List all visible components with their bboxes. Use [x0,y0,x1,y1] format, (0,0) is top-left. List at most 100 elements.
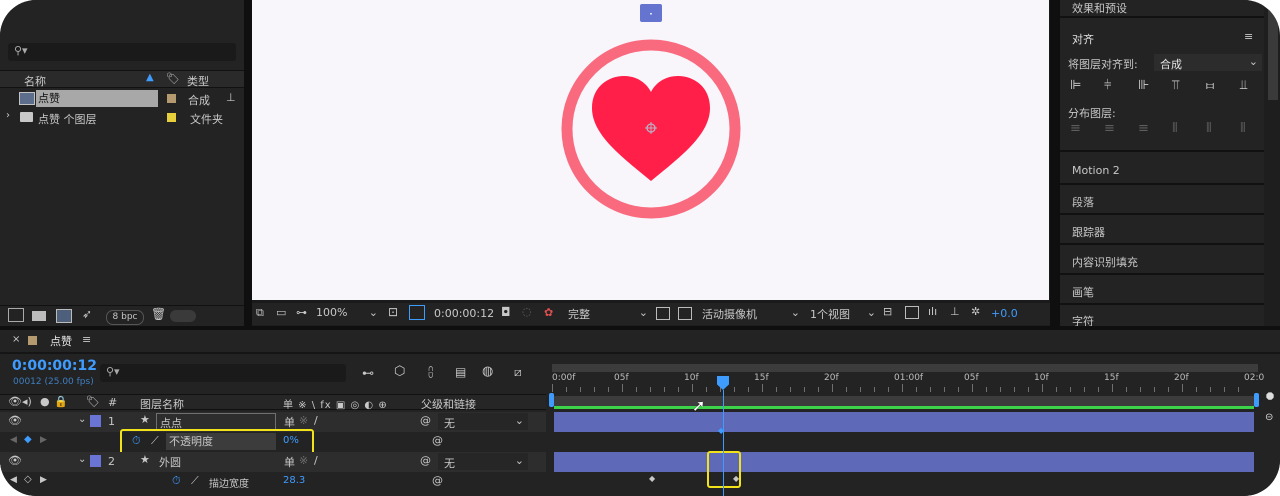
timeline-icon[interactable]: ılı [928,305,937,318]
pickwhip-icon[interactable]: @ [420,454,431,467]
keyframe[interactable]: ◆ [733,474,739,483]
prev-keyframe-icon[interactable]: ◀ [10,475,17,485]
resolution-dropdown[interactable]: 完整 ⌄ [568,306,650,322]
draft-3d-icon[interactable]: ⬡ [394,364,405,379]
camera-dropdown[interactable]: 活动摄像机 ⌄ [702,306,802,322]
distribute-right-icon[interactable]: ⦀ [1240,121,1246,136]
project-search-input[interactable]: ⚲▾ [8,43,236,61]
work-area-bar[interactable] [552,364,1258,372]
fit-icon[interactable]: ⊡ [388,305,398,319]
reset-exposure-icon[interactable]: ✲ [971,305,980,318]
align-left-icon[interactable]: ⊫ [1070,78,1081,93]
project-item[interactable]: › 点赞 个图层 文件夹 [0,109,244,127]
column-name[interactable]: 名称 [24,73,46,89]
frame-blending-icon[interactable]: ▤ [455,365,466,379]
video-visibility-icon[interactable]: 👁 [8,414,22,427]
keyframe-toggle-icon[interactable]: ◆ [24,434,32,445]
flowchart-icon[interactable]: ⊥ [226,91,236,104]
render-queue-icon[interactable]: ➶ [82,307,92,321]
parent-dropdown[interactable]: 无 ⌄ [438,453,528,470]
label-tag-icon[interactable]: 🏷 [166,72,180,85]
solo-switch-icon[interactable]: ● [40,395,50,408]
panel-menu-icon[interactable]: ≡ [1244,30,1253,43]
distribute-left-icon[interactable]: ⦀ [1172,121,1178,136]
views-dropdown[interactable]: 1个视图 ⌄ [810,306,876,322]
lock-switch-icon[interactable]: 🔒 [54,395,68,408]
comp-button-icon[interactable]: ⊝ [1265,412,1273,423]
layer-name[interactable]: 外圆 [159,454,181,470]
video-switch-icon[interactable]: 👁 [8,395,22,408]
interpret-footage-icon[interactable] [8,308,24,322]
column-parent-link[interactable]: 父级和链接 [421,396,476,412]
right-panel-scrollbar[interactable] [1268,0,1278,100]
viewer-timecode[interactable]: 0:00:00:12 [434,307,494,320]
graph-icon[interactable]: ⟋ [191,474,199,488]
panel-menu-icon[interactable]: ≡ [82,333,91,346]
collapse-arrow-icon[interactable]: ⌄ [78,454,86,465]
distribute-bottom-icon[interactable]: ≡ [1138,121,1149,136]
label-color-swatch[interactable] [167,113,176,122]
column-layer-name[interactable]: 图层名称 [140,396,184,412]
align-hcenter-icon[interactable]: ⫩ [1104,78,1111,93]
layer-name-field[interactable]: 点点 [156,413,276,430]
keyframe-toggle-icon[interactable]: ◇ [24,474,32,485]
exposure-value[interactable]: +0.0 [991,307,1018,320]
time-navigator-end[interactable] [1254,393,1259,407]
layer-row[interactable]: 👁 ⌄ 2 ★ 外圆 单 ※ / @ 无 ⌄ [0,452,546,472]
zoom-dropdown[interactable]: 100% ⌄ [316,306,380,322]
comp-marker-icon[interactable]: ⯃ [1266,392,1274,403]
fast-previews-icon[interactable] [905,306,919,319]
expression-pickwhip-icon[interactable]: @ [432,474,443,487]
layer-bar-1[interactable] [554,412,1254,432]
panel-tab-motion[interactable]: Motion 2 [1060,158,1264,185]
align-right-icon[interactable]: ⊪ [1138,78,1149,93]
label-color-swatch[interactable] [167,94,176,103]
layer-label-swatch[interactable] [90,415,101,427]
collapse-arrow-icon[interactable]: ⌄ [78,414,86,425]
align-top-icon[interactable]: ⫪ [1172,78,1179,93]
align-to-dropdown[interactable]: 合成 ⌄ [1154,54,1262,71]
prev-keyframe-icon[interactable]: ◀ [10,435,17,445]
motion-blur-icon[interactable]: ◍ [482,364,493,379]
new-folder-icon[interactable] [32,311,46,321]
project-scroll-slider[interactable] [170,310,196,322]
effects-presets-tab[interactable]: 效果和预设 [1060,0,1264,18]
delete-icon[interactable]: 🗑 [151,307,166,321]
monitor-icon[interactable]: ▭ [276,306,286,319]
layer-label-swatch[interactable] [90,455,101,467]
panel-tab-character[interactable]: 字符 [1060,307,1264,328]
region-icon[interactable] [656,307,670,320]
collapse-transform-icon[interactable]: 单 [284,454,295,470]
next-keyframe-icon[interactable]: ▶ [40,435,47,445]
shy-layers-icon[interactable]: ⩉ [428,365,433,380]
parent-dropdown[interactable]: 无 ⌄ [438,413,528,430]
quality-slash-icon[interactable]: / [314,414,318,427]
layer-bar-2[interactable] [554,452,1254,472]
property-row-stroke-width[interactable]: ◀ ◇ ▶ ⏱ ⟋ 描边宽度 28.3 @ [0,472,546,492]
vr-icon[interactable]: ⊶ [296,306,307,319]
right-end-handles[interactable]: ⯃ ⊝ [1265,392,1279,452]
column-type[interactable]: 类型 [187,73,209,89]
snapshot-icon[interactable]: ◘ [501,305,511,319]
quality-slash-icon[interactable]: / [314,454,318,467]
label-tag-icon[interactable]: 🏷 [86,395,100,408]
composition-canvas[interactable]: ⬝ [252,0,1049,300]
pickwhip-icon[interactable]: @ [420,414,431,427]
timeline-tab[interactable]: × 点赞 ≡ [0,330,130,352]
panel-tab-brushes[interactable]: 画笔 [1060,277,1264,305]
collapse-transform-icon[interactable]: 单 [284,414,295,430]
panel-tab-content-aware-fill[interactable]: 内容识别填充 [1060,247,1264,275]
project-item[interactable]: 点赞 合成 ⊥ [0,90,244,108]
current-time[interactable]: 0:00:00:12 [12,358,97,374]
stroke-width-value[interactable]: 28.3 [283,475,305,486]
time-ruler[interactable]: 0:00f 05f 10f 15f 20f 01:00f 05f 10f 15f 20f 02:0 [552,372,1264,392]
align-vcenter-icon[interactable]: ⧦ [1206,78,1214,93]
graph-editor-icon[interactable]: ⧄ [514,365,522,380]
comp-flowchart-icon[interactable]: ⊷ [362,366,374,380]
next-keyframe-icon[interactable]: ▶ [40,475,47,485]
stopwatch-icon[interactable]: ⏱ [172,474,181,488]
audio-switch-icon[interactable]: ◂) [22,395,32,408]
sort-ascending-icon[interactable]: ▲ [146,72,154,83]
region-of-interest-icon[interactable] [409,305,425,320]
new-composition-icon[interactable] [56,309,72,323]
